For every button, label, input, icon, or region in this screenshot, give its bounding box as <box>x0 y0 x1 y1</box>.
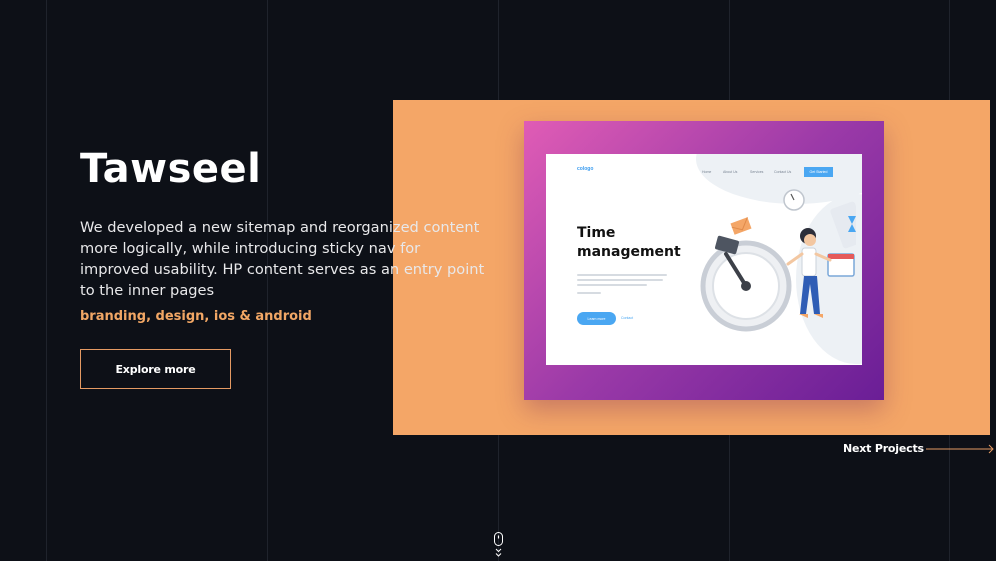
mockup-headline-line: management <box>577 244 681 260</box>
project-title: Tawseel <box>80 146 262 192</box>
mockup-nav-item: Home <box>702 170 712 174</box>
website-mockup: cologo Home About Us Services Contact Us… <box>546 154 862 365</box>
mockup-text-line <box>577 284 647 286</box>
mockup-card: cologo Home About Us Services Contact Us… <box>524 121 884 400</box>
grid-line <box>46 0 47 561</box>
next-projects-link[interactable]: Next Projects <box>843 442 924 455</box>
mockup-learn-button: Learn more <box>577 312 616 325</box>
mockup-text-line <box>577 279 663 281</box>
mockup-nav-item: Services <box>750 170 764 174</box>
mockup-nav-item: About Us <box>723 170 738 174</box>
mouse-scroll-icon[interactable] <box>493 532 505 561</box>
mockup-contact-link: Contact <box>621 316 634 320</box>
explore-more-button[interactable]: Explore more <box>80 349 231 389</box>
mockup-text-line <box>577 274 667 276</box>
mockup-headline-line: Time <box>577 225 616 241</box>
time-management-illustration <box>700 189 856 332</box>
mockup-nav-button: Get Started <box>804 167 833 177</box>
mockup-headline: Time management <box>577 224 707 262</box>
mockup-nav-item: Contact Us <box>774 170 792 174</box>
long-arrow-right-icon[interactable] <box>926 443 996 455</box>
project-description: We developed a new sitemap and reorganiz… <box>80 219 485 299</box>
project-tags: branding, design, ios & android <box>80 309 312 324</box>
mockup-text-line <box>577 292 601 294</box>
mockup-logo: cologo <box>577 166 594 172</box>
